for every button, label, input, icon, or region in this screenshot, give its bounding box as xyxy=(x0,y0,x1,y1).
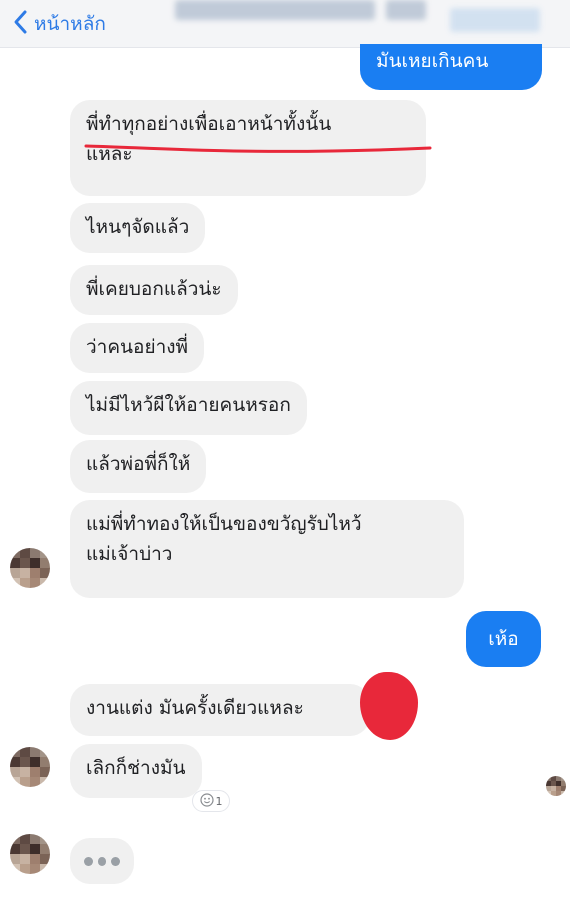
sender-avatar[interactable] xyxy=(10,548,50,588)
sender-avatar[interactable] xyxy=(10,747,50,787)
message-incoming[interactable]: งานแต่ง มันครั้งเดียวแหละ xyxy=(70,684,370,736)
message-text: พี่ทำทุกอย่างเพื่อเอาหน้าทั้งนั้น xyxy=(86,113,332,135)
message-text: แล้วพ่อพี่ก็ให้ xyxy=(86,453,191,475)
reaction-count: 1 xyxy=(215,794,223,808)
message-text: แม่เจ้าบ่าว xyxy=(86,543,173,565)
typing-indicator xyxy=(70,838,134,884)
blurred-contact-name xyxy=(386,0,426,20)
message-text: แม่พี่ทำทองให้เป็นของขวัญรับไหว้ xyxy=(86,513,362,535)
message-outgoing[interactable]: เห้อ xyxy=(466,611,541,667)
message-text: เลิกก็ช่างมัน xyxy=(86,757,186,779)
message-incoming[interactable]: เลิกก็ช่างมัน xyxy=(70,744,202,798)
message-text: พี่เคยบอกแล้วน่ะ xyxy=(86,278,222,300)
message-text: ว่าคนอย่างพี่ xyxy=(86,336,189,358)
message-text: งานแต่ง มันครั้งเดียวแหละ xyxy=(86,697,304,719)
typing-dots-icon xyxy=(84,846,121,876)
message-incoming[interactable]: แม่พี่ทำทองให้เป็นของขวัญรับไหว้ แม่เจ้า… xyxy=(70,500,464,598)
chevron-left-icon xyxy=(12,9,30,39)
blurred-header-icons xyxy=(450,8,540,32)
message-incoming[interactable]: ไหนๆจัดแล้ว xyxy=(70,203,206,253)
top-bar: หน้าหลัก xyxy=(0,0,570,48)
smiley-icon xyxy=(199,792,214,810)
blurred-contact-name xyxy=(175,0,375,20)
reaction-badge[interactable]: 1 xyxy=(192,790,230,812)
message-text: มันเหยเกินคน xyxy=(376,50,489,72)
back-label: หน้าหลัก xyxy=(34,13,106,35)
message-incoming[interactable]: ว่าคนอย่างพี่ xyxy=(70,323,205,373)
message-incoming[interactable]: พี่เคยบอกแล้วน่ะ xyxy=(70,265,238,315)
message-text: เห้อ xyxy=(488,628,519,650)
red-underline-annotation xyxy=(84,144,432,153)
message-outgoing[interactable]: มันเหยเกินคน xyxy=(360,44,542,90)
message-text: ไหนๆจัดแล้ว xyxy=(86,216,190,238)
read-receipt-avatar xyxy=(546,776,566,796)
message-text: ไม่มีไหว้ผีให้อายคนหรอก xyxy=(86,394,291,416)
back-button[interactable]: หน้าหลัก xyxy=(12,9,106,39)
message-incoming[interactable]: แล้วพ่อพี่ก็ให้ xyxy=(70,440,207,493)
message-incoming[interactable]: ไม่มีไหว้ผีให้อายคนหรอก xyxy=(70,381,307,435)
red-censor-mark xyxy=(360,672,418,740)
sender-avatar[interactable] xyxy=(10,834,50,874)
